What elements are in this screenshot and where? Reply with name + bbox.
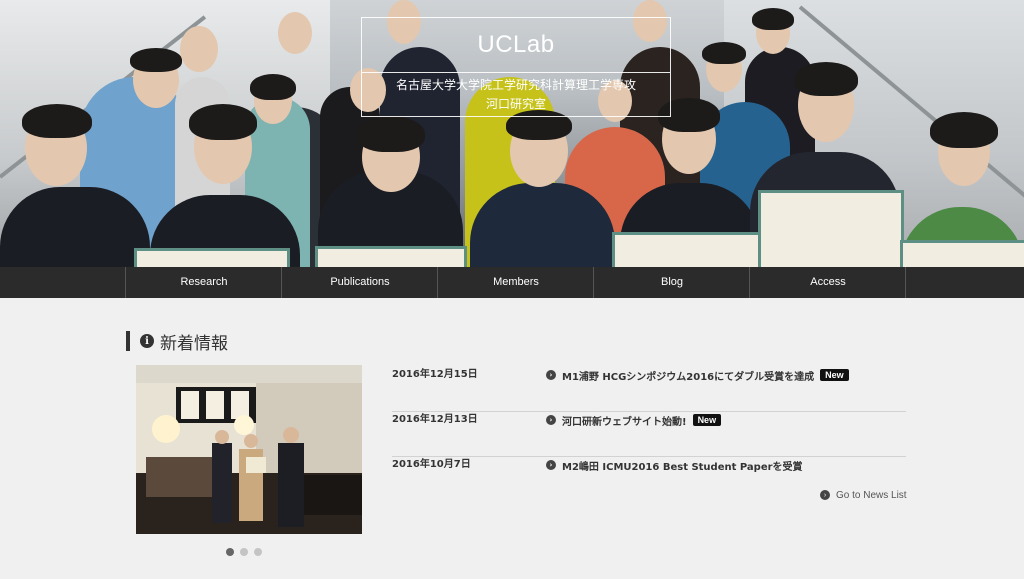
news-date: 2016年12月15日 (392, 369, 478, 380)
news-title[interactable]: M2嶋田 ICMU2016 Best Student Paperを受賞 (562, 458, 803, 473)
site-subtitle-department: 名古屋大学大学院工学研究科計算理工学専攻 (395, 78, 636, 92)
go-to-news-list-label[interactable]: Go to News List (836, 490, 907, 501)
group-photo-hair (250, 74, 296, 100)
group-photo-head (278, 12, 312, 54)
hero-banner: UCLab 名古屋大学大学院工学研究科計算理工学専攻 河口研究室 (0, 0, 1024, 267)
carousel-dot-3[interactable] (254, 548, 262, 556)
award-ceremony-photo (136, 365, 362, 534)
news-item: 2016年12月15日 › M1浦野 HCGシンポジウム2016にてダブル受賞を… (392, 366, 906, 412)
main-nav: Research Publications Members Blog Acces… (0, 267, 1024, 298)
group-photo-hair (189, 104, 257, 140)
certificate (315, 246, 467, 267)
nav-blog[interactable]: Blog (593, 267, 750, 298)
group-photo-hair (752, 8, 794, 30)
chevron-circle-right-icon: › (546, 370, 556, 380)
group-photo-hair (357, 116, 425, 152)
carousel-dot-1[interactable] (226, 548, 234, 556)
group-photo-hair (130, 48, 182, 72)
news-link[interactable]: › 河口研新ウェブサイト始動! New (546, 411, 722, 429)
group-photo-hair (794, 62, 858, 96)
group-photo-head (180, 26, 218, 72)
carousel-indicators (226, 548, 262, 556)
chevron-circle-right-icon: › (546, 460, 556, 470)
nav-divider (905, 267, 906, 298)
certificate (612, 232, 763, 267)
news-carousel-image[interactable] (136, 365, 362, 534)
group-photo-hair (22, 104, 92, 138)
news-link[interactable]: › M1浦野 HCGシンポジウム2016にてダブル受賞を達成 New (546, 366, 849, 384)
site-title-box[interactable]: UCLab 名古屋大学大学院工学研究科計算理工学専攻 河口研究室 (361, 17, 671, 117)
info-circle-icon: i (140, 334, 154, 348)
news-section-title: 新着情報 (160, 333, 228, 354)
news-section-heading: i 新着情報 (126, 330, 228, 354)
group-photo-hair (702, 42, 746, 64)
title-divider (362, 72, 670, 73)
news-date: 2016年12月13日 (392, 414, 478, 425)
chevron-circle-right-icon: › (546, 415, 556, 425)
new-badge: New (820, 369, 849, 381)
nav-access[interactable]: Access (749, 267, 906, 298)
go-to-news-list-link[interactable]: › Go to News List (820, 488, 907, 502)
news-link[interactable]: › M2嶋田 ICMU2016 Best Student Paperを受賞 (546, 456, 803, 474)
certificate (758, 190, 904, 267)
site-subtitle-lab: 河口研究室 (485, 97, 546, 111)
news-title[interactable]: M1浦野 HCGシンポジウム2016にてダブル受賞を達成 (562, 368, 814, 383)
nav-publications[interactable]: Publications (281, 267, 438, 298)
heading-bar (126, 331, 130, 351)
nav-members[interactable]: Members (437, 267, 594, 298)
site-logo[interactable]: UCLab (362, 31, 670, 59)
news-date: 2016年10月7日 (392, 459, 471, 470)
certificate (900, 240, 1024, 267)
nav-research[interactable]: Research (125, 267, 282, 298)
chevron-circle-right-icon: › (820, 490, 830, 500)
new-badge: New (692, 414, 722, 426)
news-item: 2016年12月13日 › 河口研新ウェブサイト始動! New (392, 411, 906, 457)
certificate (134, 248, 290, 267)
carousel-dot-2[interactable] (240, 548, 248, 556)
group-photo-hair (930, 112, 998, 148)
news-title[interactable]: 河口研新ウェブサイト始動! (562, 413, 687, 428)
